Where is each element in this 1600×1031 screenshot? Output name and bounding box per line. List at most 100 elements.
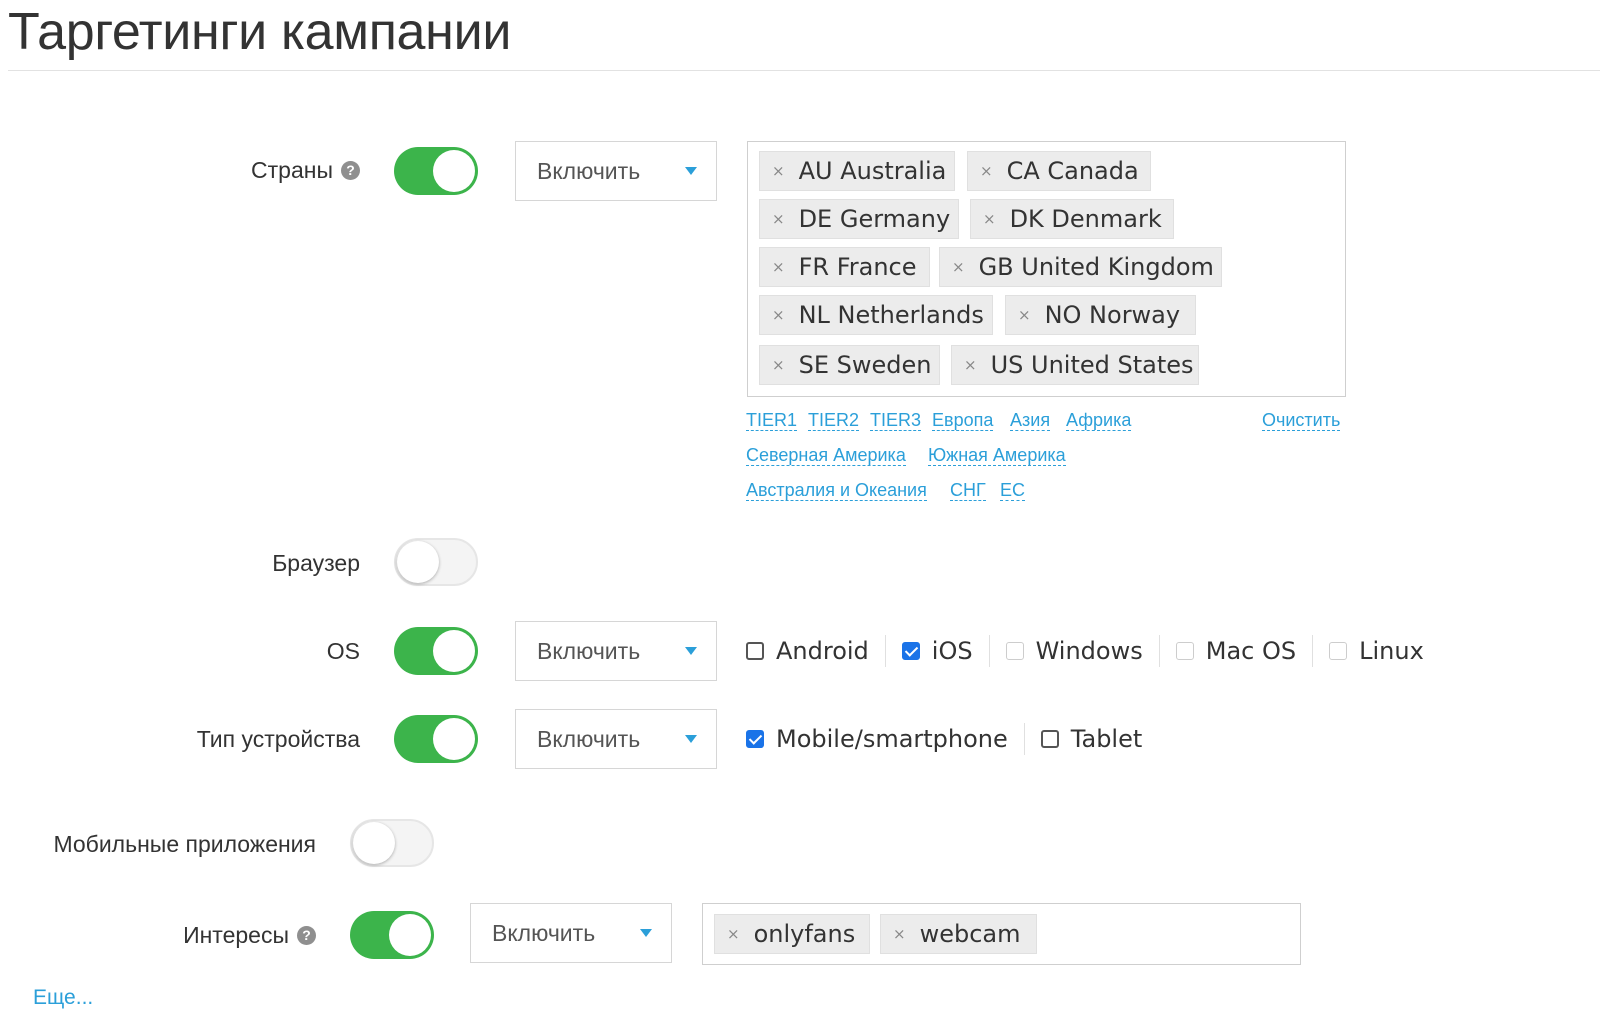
os-label: OS xyxy=(326,637,360,664)
quick-link-africa[interactable]: Африка xyxy=(1066,410,1132,431)
option-label: Mac OS xyxy=(1205,637,1297,665)
countries-mode-select[interactable]: Включить xyxy=(515,141,717,201)
interests-toggle[interactable] xyxy=(350,911,434,959)
countries-tag-input[interactable]: × AU Australia × CA Canada × DE Germany × DK… xyxy=(747,141,1346,397)
interests-tag-input[interactable]: × onlyfans × webcam xyxy=(702,903,1301,965)
select-value: Включить xyxy=(537,726,641,752)
option-label: Android xyxy=(776,637,869,665)
remove-tag-icon[interactable]: × xyxy=(952,258,965,276)
os-option-android[interactable]: Android xyxy=(746,637,869,665)
help-icon[interactable]: ? xyxy=(297,925,316,945)
device-type-options: Mobile/smartphone Tablet xyxy=(746,719,1142,759)
chevron-down-icon xyxy=(685,647,697,655)
chevron-down-icon xyxy=(685,735,697,743)
checkbox[interactable] xyxy=(746,642,764,660)
remove-tag-icon[interactable]: × xyxy=(772,356,785,374)
os-option-macos[interactable]: Mac OS xyxy=(1175,637,1297,665)
interests-mode-select[interactable]: Включить xyxy=(470,903,672,963)
quick-link-tier3[interactable]: TIER3 xyxy=(870,410,922,431)
checkbox[interactable] xyxy=(1005,642,1024,660)
tag-label: AU Australia xyxy=(798,157,947,185)
checkbox[interactable] xyxy=(901,642,920,660)
select-value: Включить xyxy=(537,638,641,664)
tag-label: SE Sweden xyxy=(798,351,932,379)
remove-tag-icon[interactable]: × xyxy=(980,162,993,180)
option-label: Tablet xyxy=(1070,725,1143,753)
tag-label: onlyfans xyxy=(753,920,856,948)
remove-tag-icon[interactable]: × xyxy=(772,306,785,324)
option-divider xyxy=(884,635,886,667)
os-option-windows[interactable]: Windows xyxy=(1005,637,1143,665)
select-value: Включить xyxy=(492,920,596,946)
os-label-group: OS xyxy=(150,631,360,671)
mobile-apps-label-group: Мобильные приложения xyxy=(20,824,316,864)
country-tag: × GB United Kingdom xyxy=(939,247,1222,287)
device-option-mobile[interactable]: Mobile/smartphone xyxy=(746,725,1008,753)
country-tag: × NL Netherlands xyxy=(759,295,993,335)
toggle-knob xyxy=(433,630,475,672)
tag-label: CA Canada xyxy=(1006,157,1139,185)
quick-link-north-america[interactable]: Северная Америка xyxy=(746,445,906,466)
remove-tag-icon[interactable]: × xyxy=(983,210,996,228)
country-tag: × AU Australia xyxy=(759,151,955,191)
option-divider xyxy=(1023,723,1025,755)
interests-label-group: Интересы ? xyxy=(106,915,316,955)
tag-label: NO Norway xyxy=(1044,301,1181,329)
remove-tag-icon[interactable]: × xyxy=(727,925,740,943)
checkbox[interactable] xyxy=(1040,730,1059,748)
quick-link-asia[interactable]: Азия xyxy=(1010,410,1051,431)
checkbox[interactable] xyxy=(746,730,764,748)
quick-link-australia-oceania[interactable]: Австралия и Океания xyxy=(746,480,927,501)
browser-label: Браузер xyxy=(272,549,360,576)
os-mode-select[interactable]: Включить xyxy=(515,621,717,681)
interest-tag: × onlyfans xyxy=(714,914,870,954)
tag-label: NL Netherlands xyxy=(798,301,984,329)
country-tag: × FR France xyxy=(759,247,930,287)
countries-label-group: Страны ? xyxy=(150,150,360,190)
checkbox[interactable] xyxy=(1329,642,1348,660)
chevron-down-icon xyxy=(640,929,652,937)
tag-label: GB United Kingdom xyxy=(978,253,1214,281)
tag-label: US United States xyxy=(990,351,1194,379)
countries-label: Страны xyxy=(251,156,333,183)
countries-toggle[interactable] xyxy=(394,147,478,195)
quick-link-tier1[interactable]: TIER1 xyxy=(746,410,798,431)
quick-link-tier2[interactable]: TIER2 xyxy=(808,410,860,431)
remove-tag-icon[interactable]: × xyxy=(772,162,785,180)
country-tag: × CA Canada xyxy=(967,151,1151,191)
help-icon[interactable]: ? xyxy=(341,160,360,180)
device-option-tablet[interactable]: Tablet xyxy=(1040,725,1143,753)
remove-tag-icon[interactable]: × xyxy=(964,356,977,374)
option-divider xyxy=(988,635,990,667)
os-option-linux[interactable]: Linux xyxy=(1329,637,1424,665)
more-link[interactable]: Еще... xyxy=(33,986,93,1010)
clear-link[interactable]: Очистить xyxy=(1262,410,1341,431)
os-toggle[interactable] xyxy=(394,627,478,675)
device-type-label-group: Тип устройства xyxy=(150,719,360,759)
quick-link-cis[interactable]: СНГ xyxy=(950,480,986,501)
tag-label: FR France xyxy=(798,253,917,281)
option-label: Mobile/smartphone xyxy=(776,725,1008,753)
tag-label: webcam xyxy=(919,920,1021,948)
select-value: Включить xyxy=(537,158,641,184)
tag-label: DE Germany xyxy=(798,205,951,233)
quick-link-eu[interactable]: ЕС xyxy=(1000,480,1026,501)
remove-tag-icon[interactable]: × xyxy=(772,210,785,228)
option-label: Windows xyxy=(1035,637,1143,665)
device-type-label: Тип устройства xyxy=(196,725,360,752)
quick-link-europe[interactable]: Европа xyxy=(932,410,994,431)
browser-toggle[interactable] xyxy=(394,538,478,586)
checkbox[interactable] xyxy=(1175,642,1194,660)
toggle-knob xyxy=(397,541,439,583)
interest-tag: × webcam xyxy=(880,914,1037,954)
quick-link-south-america[interactable]: Южная Америка xyxy=(928,445,1066,466)
mobile-apps-toggle[interactable] xyxy=(350,819,434,867)
device-type-toggle[interactable] xyxy=(394,715,478,763)
os-option-ios[interactable]: iOS xyxy=(901,637,973,665)
device-type-mode-select[interactable]: Включить xyxy=(515,709,717,769)
remove-tag-icon[interactable]: × xyxy=(893,925,906,943)
option-divider xyxy=(1312,635,1314,667)
remove-tag-icon[interactable]: × xyxy=(772,258,785,276)
remove-tag-icon[interactable]: × xyxy=(1018,306,1031,324)
option-divider xyxy=(1158,635,1160,667)
